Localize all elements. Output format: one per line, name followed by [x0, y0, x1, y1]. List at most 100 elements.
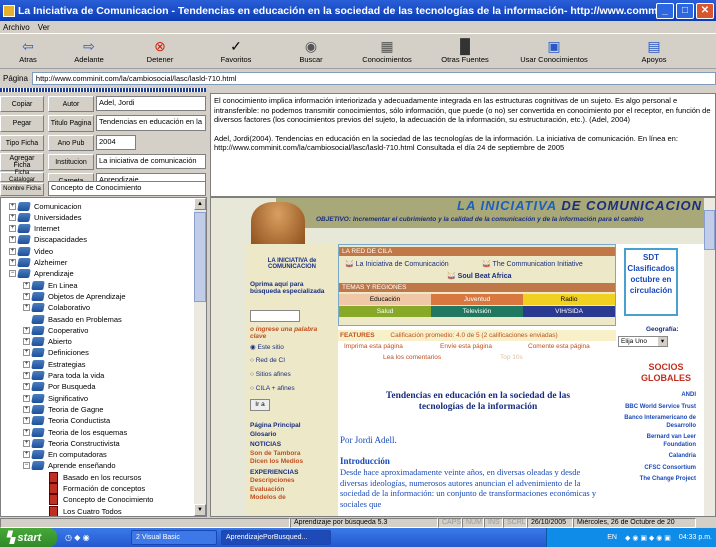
expand-icon[interactable]: + [23, 439, 30, 447]
topic-educacion[interactable]: Educación [339, 294, 431, 305]
left-nav-link[interactable]: Glosario [250, 431, 335, 440]
tree-item[interactable]: − Aprendizaje [9, 268, 74, 280]
tree-item[interactable]: Formación de conceptos [37, 483, 145, 495]
tree-item[interactable]: + Objetos de Aprendizaje [23, 290, 126, 302]
paste-button[interactable]: Pegar [0, 115, 44, 132]
top10-link[interactable]: Top 10s [500, 354, 523, 361]
tree-item[interactable]: + Video [9, 245, 53, 257]
record-type-button[interactable]: Tipo Ficha [0, 135, 44, 151]
go-button[interactable]: Ir a [250, 399, 270, 411]
sdt-box[interactable]: SDT Clasificados octubre en circulación [624, 248, 678, 316]
geography-select[interactable]: Elija Uno ▾ [618, 336, 668, 347]
left-nav-link[interactable]: Página Principal [250, 422, 335, 431]
minimize-button[interactable]: _ [656, 2, 674, 19]
expand-icon[interactable]: + [23, 451, 30, 459]
institution-field[interactable]: La iniciativa de comunicación [96, 154, 206, 169]
expand-icon[interactable]: + [23, 428, 30, 436]
expand-icon[interactable]: + [23, 360, 30, 368]
read-comments-link[interactable]: Lea los comentarios [383, 354, 441, 361]
page-title-field[interactable]: Tendencias en educación en la [96, 115, 206, 131]
year-field[interactable]: 2004 [96, 135, 136, 150]
scroll-down-icon[interactable]: ▼ [194, 504, 206, 516]
left-nav-link[interactable]: Modelos de [250, 494, 335, 503]
comment-link[interactable]: Comente esta página [528, 343, 590, 350]
tree-item[interactable]: + Significativo [23, 392, 88, 404]
language-indicator[interactable]: EN [607, 534, 617, 541]
left-nav-link[interactable]: NOTICIAS [250, 441, 335, 450]
expand-icon[interactable]: + [23, 383, 30, 391]
scroll-thumb[interactable] [194, 212, 206, 302]
tree-item[interactable]: + Universidades [9, 211, 82, 223]
tray-icons[interactable]: ◆ ◉ ▣ ◆ ◉ ▣ [625, 534, 671, 542]
start-button[interactable]: ▚ start [0, 528, 57, 547]
web-browser-view[interactable]: LA INICIATIVA DE COMUNICACION OBJETIVO: … [210, 197, 716, 517]
tree-item[interactable]: + Cooperativo [23, 324, 88, 336]
radio-sitios-afines[interactable]: ○ Sitios afines [250, 371, 291, 378]
expand-icon[interactable]: + [23, 304, 30, 312]
quick-launch-icons[interactable]: ◷ ◆ ◉ [57, 528, 127, 547]
copy-button[interactable]: Copiar [0, 96, 44, 112]
topic-television[interactable]: Televisión [431, 306, 523, 317]
other-sources-button[interactable]: ▐▌ Otras Fuentes [426, 34, 504, 68]
tree-item[interactable]: + Abierto [23, 336, 72, 348]
topic-juventud[interactable]: Juventud [431, 294, 523, 305]
left-nav-link[interactable]: Son de Tambora [250, 450, 335, 459]
forward-button[interactable]: ⇨ Adelante [56, 34, 122, 68]
web-scrollbar[interactable] [704, 198, 715, 516]
tree-item[interactable]: + Para toda la vida [23, 370, 104, 382]
expand-icon[interactable]: + [23, 394, 30, 402]
scroll-up-icon[interactable]: ▲ [194, 198, 206, 210]
expand-icon[interactable]: + [9, 202, 16, 210]
topic-vih-sida[interactable]: VIH/SIDA [523, 306, 615, 317]
back-button[interactable]: ⇦ Atras [0, 34, 56, 68]
left-nav-link[interactable]: Dicen los Medios [250, 458, 335, 467]
use-knowledge-button[interactable]: ▣ Usar Conocimientos [504, 34, 604, 68]
expand-icon[interactable]: + [9, 259, 16, 266]
tree-item[interactable]: + Estrategias [23, 358, 86, 370]
tree-item[interactable]: Los Cuatro Todos [37, 505, 122, 516]
expand-icon[interactable]: + [23, 281, 30, 289]
tree-item[interactable]: + Teoria Constructivista [23, 437, 120, 449]
partner-link[interactable]: ANDI [618, 392, 696, 400]
knowledge-button[interactable]: ▦ Conocimientos [348, 34, 426, 68]
stop-button[interactable]: ⊗ Detener [122, 34, 198, 68]
add-record-button[interactable]: Agregar Ficha [0, 153, 44, 171]
topic-radio[interactable]: Radio [523, 294, 615, 305]
tree-item[interactable]: − Aprende enseñando [23, 460, 116, 472]
task-aprendizaje[interactable]: AprendizajePorBusqued... [221, 530, 331, 545]
tree-item[interactable]: Basado en los recursos [37, 471, 141, 483]
content-text-area[interactable]: El conocimiento implica información inte… [210, 93, 716, 197]
tree-item[interactable]: Concepto de Conocimiento [37, 494, 153, 506]
tree-item[interactable]: + Alzheimer [9, 257, 67, 269]
tree-scrollbar[interactable]: ▲ ▼ [194, 198, 206, 516]
task-visual-basic[interactable]: 2 Visual Basic [131, 530, 217, 545]
cila-link-3[interactable]: 🥁 Soul Beat Africa [447, 272, 511, 280]
splitter-bar[interactable] [0, 88, 206, 92]
specialized-search-link[interactable]: Oprima aquí para búsqueda especializada [250, 281, 335, 295]
folder-tree[interactable]: + Comunicacion + Universidades + Internet + Dis… [0, 197, 207, 517]
menu-ver[interactable]: Ver [38, 23, 50, 32]
collapse-icon[interactable]: − [9, 270, 16, 278]
radio-cila-afines[interactable]: ○ CILA + afines [250, 385, 295, 392]
radio-este-sitio[interactable]: ◉ Este sitio [250, 343, 284, 351]
partner-link[interactable]: Calandria [618, 453, 696, 461]
print-link[interactable]: Imprima esta página [344, 343, 403, 350]
cila-link-1[interactable]: 🥁 La Iniciativa de Comunicación [345, 260, 449, 268]
tree-item[interactable]: + Definiciones [23, 347, 89, 359]
expand-icon[interactable]: + [23, 372, 30, 379]
tree-item[interactable]: + En Linea [23, 279, 78, 291]
address-input[interactable]: http://www.comminit.com/la/cambiosocial/… [31, 71, 716, 85]
tree-item[interactable]: + Teoria de Gagne [23, 403, 103, 415]
cila-link-2[interactable]: 🥁 The Communication Initiative [482, 260, 583, 268]
expand-icon[interactable]: + [23, 292, 30, 300]
partner-link[interactable]: Bernard van Leer Foundation [618, 434, 696, 449]
expand-icon[interactable]: + [9, 236, 16, 244]
tree-item[interactable]: + Teoria de los esquemas [23, 426, 127, 438]
expand-icon[interactable]: + [9, 225, 16, 233]
maximize-button[interactable]: □ [676, 2, 694, 19]
tree-item[interactable]: + Teoria Conductista [23, 415, 110, 427]
tree-item[interactable]: + Por Busqueda [23, 381, 96, 393]
expand-icon[interactable]: + [23, 338, 30, 346]
catalog-record-button[interactable]: Ficha Catalogar [0, 170, 44, 183]
tree-item[interactable]: + En computadoras [23, 449, 107, 461]
